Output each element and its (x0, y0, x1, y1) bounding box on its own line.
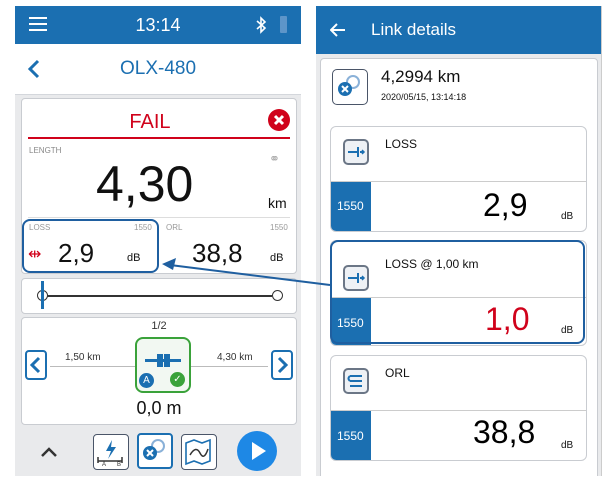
callout-arrow (162, 258, 331, 286)
